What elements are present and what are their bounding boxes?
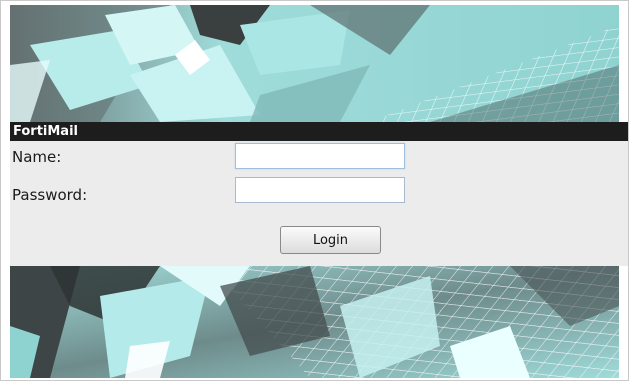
password-input[interactable] [235,177,405,203]
password-label: Password: [12,186,88,204]
name-label: Name: [12,148,62,166]
app-title: FortiMail [13,124,78,139]
banner-art-bottom [10,266,619,378]
title-bar: FortiMail [10,122,628,141]
login-button[interactable]: Login [280,226,381,254]
login-window: FortiMail Name: Password: Login [0,0,629,381]
name-input[interactable] [235,143,405,169]
banner-art-top [10,5,619,122]
login-form: Name: Password: Login [10,141,628,266]
